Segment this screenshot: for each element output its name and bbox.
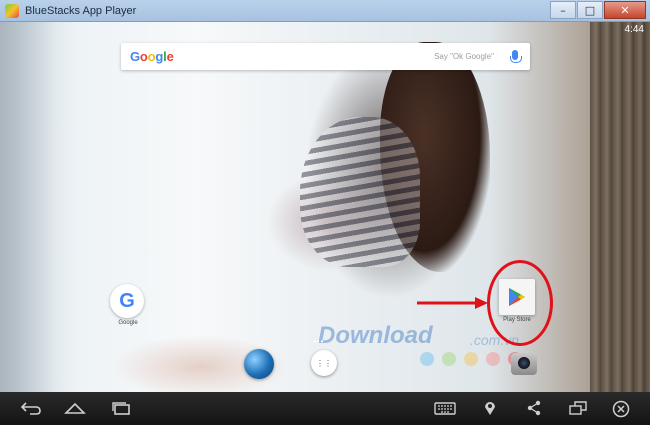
watermark-dot [420, 352, 434, 366]
google-g-icon: G [110, 284, 144, 318]
all-apps-button[interactable]: ⋮⋮ [311, 350, 337, 376]
recent-apps-icon[interactable] [110, 400, 132, 416]
minimize-button[interactable]: – [550, 1, 576, 19]
red-arrow-annotation [417, 297, 488, 309]
window-title-bar: BlueStacks App Player – □ ✕ [0, 0, 650, 22]
window-controls: – □ ✕ [549, 1, 646, 19]
keyboard-icon[interactable] [434, 400, 456, 416]
google-logo: Google [130, 49, 174, 64]
google-logo-letter: g [155, 49, 164, 64]
google-app-label: Google [118, 320, 138, 326]
watermark-dot [464, 352, 478, 366]
close-icon[interactable] [612, 400, 630, 418]
google-logo-letter: o [139, 49, 148, 64]
google-logo-letter: e [166, 49, 174, 64]
close-window-button[interactable]: ✕ [604, 1, 646, 19]
watermark-dot [486, 352, 500, 366]
google-search-bar[interactable]: Google Say "Ok Google" [121, 43, 530, 70]
voice-search-hint: Say "Ok Google" [434, 52, 494, 61]
camera-app-icon[interactable] [511, 353, 537, 375]
watermark-logo: Download [318, 322, 433, 350]
wallpaper-curtain-left [0, 22, 55, 392]
google-logo-letter: G [130, 49, 140, 64]
microphone-icon[interactable] [510, 50, 522, 63]
browser-globe-app-icon[interactable] [244, 349, 274, 379]
wallpaper-curtain-right [590, 22, 650, 392]
red-highlight-circle-annotation [487, 260, 553, 346]
back-icon[interactable] [20, 400, 42, 416]
share-icon[interactable] [526, 400, 542, 416]
window-title: BlueStacks App Player [25, 4, 137, 17]
page-indicator: ••• [313, 337, 325, 346]
watermark-text: Download [318, 322, 433, 349]
google-app-icon[interactable]: G Google [110, 284, 146, 326]
home-icon[interactable] [64, 400, 86, 416]
android-home-screen: 4:44 Google Say "Ok Google" G Google Dow… [0, 22, 650, 392]
status-clock: 4:44 [624, 24, 644, 35]
watermark-dot [442, 352, 456, 366]
wallpaper-figure-shirt [300, 117, 420, 267]
bluestacks-bottom-toolbar [0, 392, 650, 425]
maximize-button[interactable]: □ [577, 1, 603, 19]
bluestacks-logo-icon [5, 3, 19, 18]
location-icon[interactable] [482, 400, 498, 416]
multi-window-icon[interactable] [568, 400, 588, 416]
